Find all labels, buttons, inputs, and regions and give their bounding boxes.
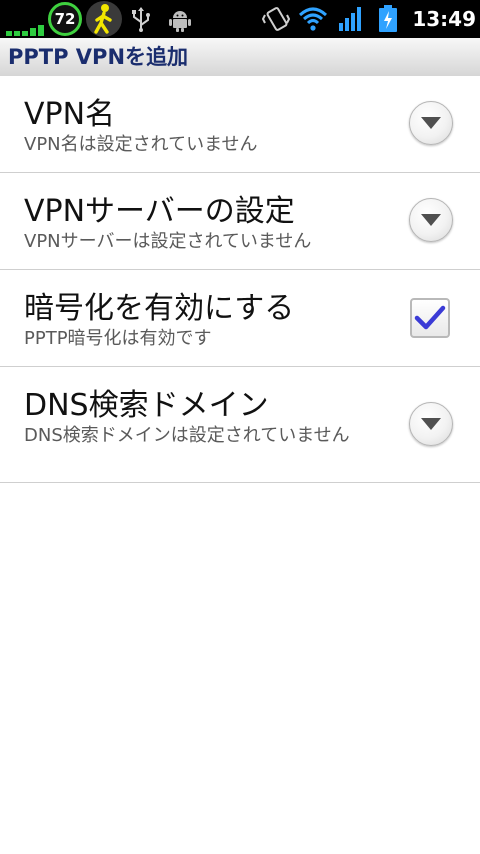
vibrate-icon [261,6,291,32]
android-debug-icon [168,8,192,32]
battery-charging-icon [378,5,398,33]
dropdown-button[interactable] [409,198,453,242]
pref-dns-search-domain[interactable]: DNS検索ドメイン DNS検索ドメインは設定されていません [0,367,480,483]
pref-vpn-server[interactable]: VPNサーバーの設定 VPNサーバーは設定されていません [0,173,480,270]
pref-title: DNS検索ドメイン [24,388,269,423]
checkmark-icon [414,305,446,330]
chevron-down-icon [421,418,441,430]
pref-title: 暗号化を有効にする [24,291,295,326]
usb-icon [130,6,152,32]
chevron-down-icon [421,214,441,226]
dropdown-button[interactable] [409,402,453,446]
battery-percent: 72 [54,10,76,28]
pref-summary: VPN名は設定されていません [24,134,258,155]
wifi-icon [298,6,328,32]
status-bar: 72 13:49 [0,0,480,38]
encryption-checkbox[interactable] [410,298,450,338]
pref-enable-encryption[interactable]: 暗号化を有効にする PPTP暗号化は有効です [0,270,480,367]
walker-app-icon [86,1,122,37]
page-title: PPTP VPNを追加 [8,45,189,69]
signal-bars-icon [6,24,46,36]
pref-summary: DNS検索ドメインは設定されていません [24,425,350,446]
battery-level-icon: 72 [48,2,82,36]
status-clock: 13:49 [412,7,476,31]
pref-vpn-name[interactable]: VPN名 VPN名は設定されていません [0,76,480,173]
chevron-down-icon [421,117,441,129]
pref-summary: PPTP暗号化は有効です [24,328,212,349]
title-bar: PPTP VPNを追加 [0,38,480,77]
pref-title: VPNサーバーの設定 [24,194,295,229]
pref-title: VPN名 [24,97,116,132]
preference-list: VPN名 VPN名は設定されていません VPNサーバーの設定 VPNサーバーは設… [0,76,480,483]
dropdown-button[interactable] [409,101,453,145]
cell-signal-icon [338,6,364,32]
pref-summary: VPNサーバーは設定されていません [24,231,312,252]
